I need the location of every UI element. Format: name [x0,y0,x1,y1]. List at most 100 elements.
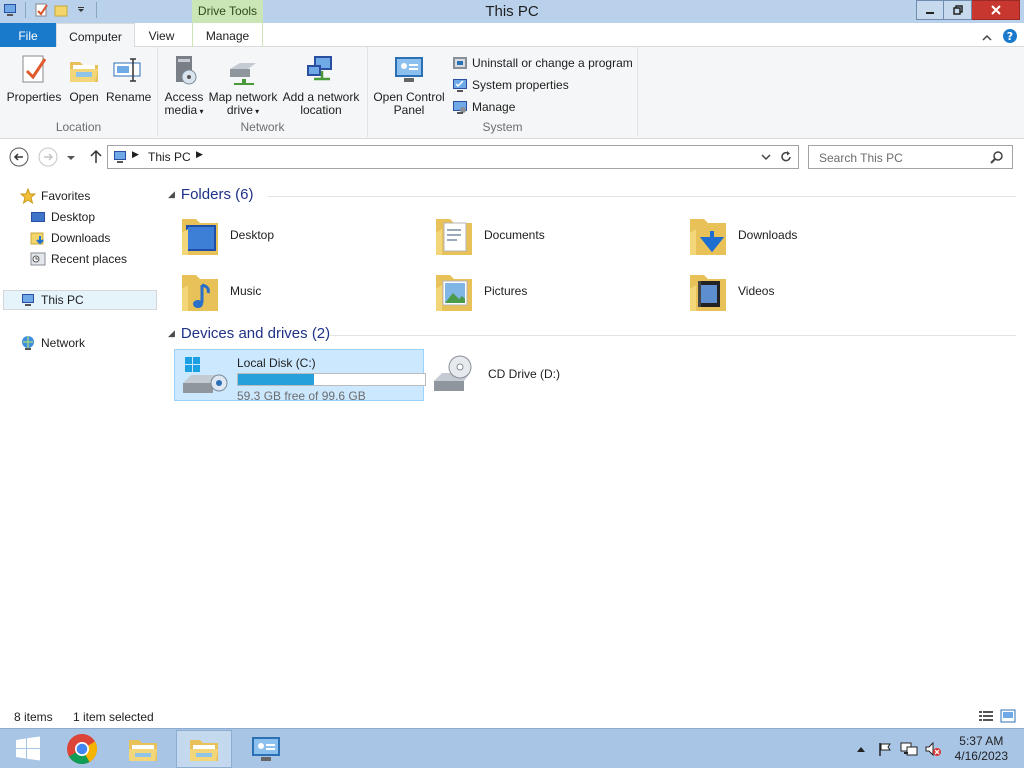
close-button[interactable] [972,0,1020,20]
help-icon[interactable]: ? [1002,28,1018,47]
nav-network[interactable]: Network [20,335,85,351]
group-label-network: Network [240,120,285,134]
group-label-location: Location [55,120,102,134]
network-status-icon[interactable] [900,740,918,758]
folder-videos[interactable]: Videos [688,267,774,315]
forward-arrow-icon [38,147,58,167]
refresh-button[interactable] [779,150,793,167]
status-selection: 1 item selected [73,710,154,724]
forward-button[interactable] [38,147,58,167]
breadcrumb-this-pc[interactable]: This PC [148,150,191,164]
folder-desktop[interactable]: Desktop [180,211,274,259]
rename-button[interactable]: Rename [106,53,152,104]
status-item-count: 8 items [14,710,53,724]
drive-local-disk-c[interactable]: Local Disk (C:) 59.3 GB free of 99.6 GB [174,349,426,403]
collapse-chevron-icon[interactable]: ◢ [168,189,175,200]
taskbar-file-explorer-active[interactable] [176,730,232,768]
add-location-label-line2: location [300,103,342,117]
large-icons-view-icon[interactable] [1000,709,1016,726]
folder-pictures[interactable]: Pictures [434,267,527,315]
breadcrumb-chevron-icon[interactable]: ▶ [196,149,203,160]
system-tray: 5:37 AM 4/16/2023 [849,729,1024,768]
nav-recent-places[interactable]: Recent places [30,251,127,267]
taskbar-clock[interactable]: 5:37 AM 4/16/2023 [955,734,1008,764]
nav-this-pc[interactable]: This PC [3,290,157,310]
search-box[interactable]: Search This PC [808,145,1013,169]
search-placeholder: Search This PC [819,151,903,165]
open-control-panel-button[interactable]: Open Control Panel [372,53,446,117]
drive-cd-d[interactable]: CD Drive (D:) [430,353,560,401]
map-network-drive-button[interactable]: Map network drive ▾ [208,53,278,118]
taskbar-file-explorer[interactable] [115,730,171,768]
clock-date: 4/16/2023 [954,749,1008,763]
uninstall-icon [452,55,468,71]
tab-file[interactable]: File [0,23,56,47]
address-history-dropdown[interactable] [760,151,772,166]
open-button[interactable]: Open [64,53,104,104]
expand-ribbon-chevron-icon[interactable] [982,31,992,45]
tab-view[interactable]: View [135,23,188,47]
open-label: Open [69,90,99,104]
close-icon [990,5,1001,15]
pictures-folder-icon [434,267,474,315]
folder-music[interactable]: Music [180,267,261,315]
volume-muted-icon[interactable] [924,740,942,758]
downloads-icon [30,230,46,246]
nav-favorites[interactable]: Favorites [19,187,90,205]
breadcrumb-chevron-icon[interactable]: ▶ [132,149,139,160]
minimize-button[interactable] [916,0,944,20]
properties-button[interactable]: Properties [6,53,62,104]
up-button[interactable] [86,147,106,167]
tab-manage[interactable]: Manage [192,23,263,47]
system-properties-button[interactable]: System properties [452,77,569,93]
clock-time: 5:37 AM [959,734,1004,748]
chevron-down-icon [761,154,771,161]
rename-icon [111,53,145,87]
show-hidden-icons-chevron-icon[interactable] [852,740,870,758]
taskbar-control-panel[interactable] [238,730,294,768]
back-button[interactable] [9,147,29,167]
chrome-icon [67,734,98,765]
drive-c-capacity-bar [237,373,426,386]
nav-downloads[interactable]: Downloads [30,230,110,246]
manage-label: Manage [472,100,516,114]
control-panel-label-line2: Panel [393,103,425,117]
search-icon[interactable] [990,150,1004,167]
access-media-button[interactable]: Access media ▾ [162,53,206,118]
ribbon-group-location: Properties Open Rename Location [0,47,158,137]
nav-recent-places-label: Recent places [51,252,128,266]
rename-label: Rename [106,90,152,104]
navigation-pane: Favorites Desktop Downloads Recent place… [0,175,160,703]
address-bar[interactable]: ▶ This PC ▶ [107,145,799,169]
computer-management-icon [452,99,468,115]
videos-folder-icon [688,267,728,315]
control-panel-icon [392,53,426,87]
folders-group-header[interactable]: ◢ Folders (6) [168,186,1016,203]
nav-network-label: Network [41,336,86,350]
drives-group-header[interactable]: ◢ Devices and drives (2) [168,325,1016,342]
cd-drive-icon [430,353,480,397]
star-icon [19,187,37,205]
recent-locations-button[interactable] [64,147,78,167]
taskbar-chrome[interactable] [54,730,110,768]
collapse-chevron-icon[interactable]: ◢ [168,328,175,339]
system-properties-label: System properties [472,78,569,92]
open-folder-icon [67,53,101,87]
media-server-icon [167,53,201,87]
uninstall-program-button[interactable]: Uninstall or change a program [452,55,633,71]
folder-documents[interactable]: Documents [434,211,545,259]
folder-downloads[interactable]: Downloads [688,211,797,259]
restore-button[interactable] [944,0,972,20]
uninstall-label: Uninstall or change a program [472,56,633,70]
tab-computer[interactable]: Computer [56,23,135,48]
details-view-icon[interactable] [978,709,994,726]
drive-c-capacity-fill [238,374,314,385]
manage-button[interactable]: Manage [452,99,515,115]
start-button[interactable] [0,730,56,768]
music-folder-icon [180,267,220,315]
group-label-system: System [482,120,523,134]
nav-desktop[interactable]: Desktop [30,209,95,225]
action-center-flag-icon[interactable] [876,740,894,758]
add-network-location-button[interactable]: Add a network location [280,53,362,117]
network-location-icon [304,53,338,87]
